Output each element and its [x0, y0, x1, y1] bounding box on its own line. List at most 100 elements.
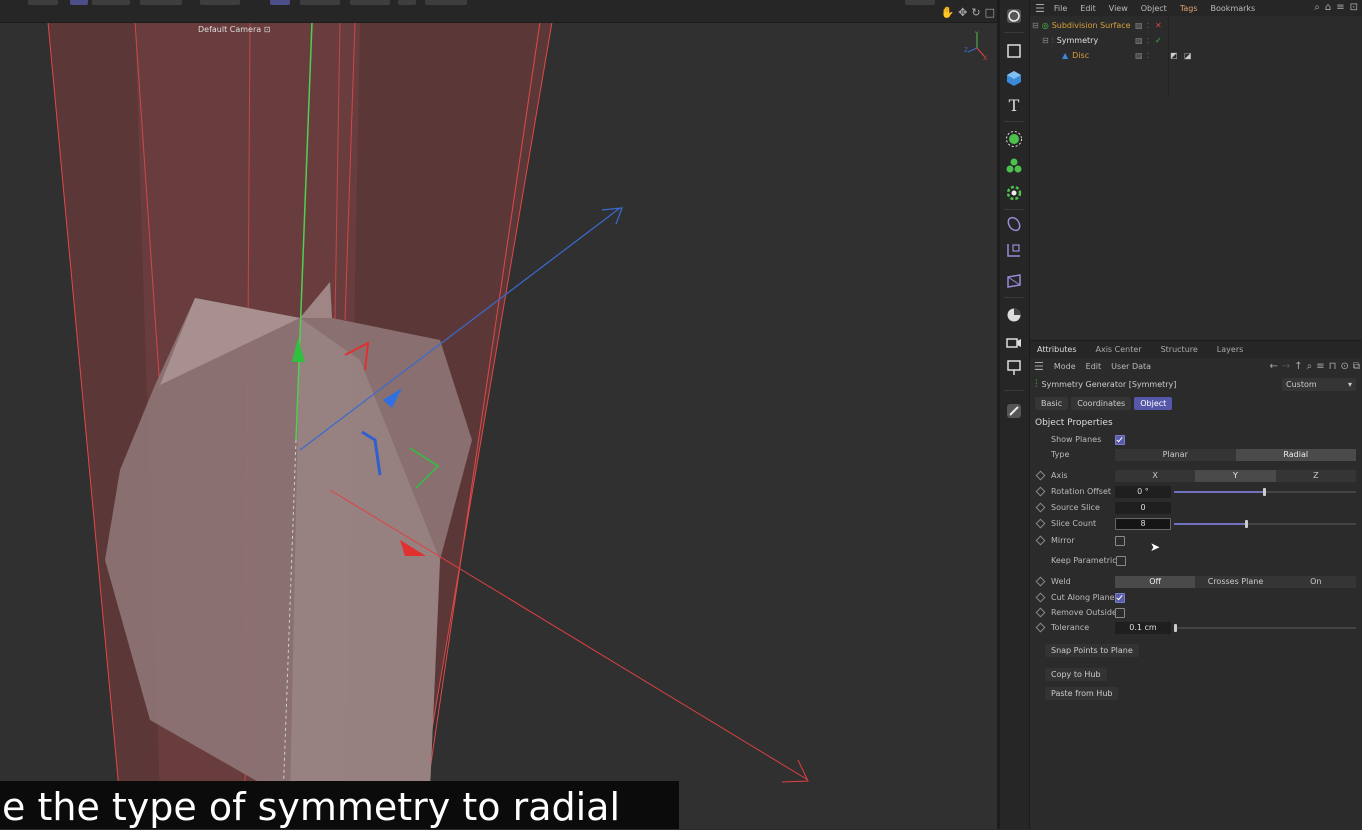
menu-edit[interactable]: Edit — [1086, 362, 1102, 371]
preset-dropdown[interactable]: Custom ▾ — [1282, 378, 1356, 391]
enabled-check-icon[interactable]: ✓ — [1155, 36, 1162, 45]
tolerance-slider[interactable] — [1174, 624, 1356, 632]
maximize-view-icon[interactable]: □ — [985, 6, 995, 19]
slice-count-field[interactable]: 8 — [1115, 518, 1171, 530]
hamburger-menu-icon[interactable]: ☰ — [1034, 360, 1044, 373]
viewport-menu-button[interactable] — [70, 0, 88, 5]
viewport-menu-button[interactable] — [300, 0, 340, 5]
menu-edit[interactable]: Edit — [1080, 4, 1096, 13]
keyframe-icon[interactable] — [1035, 470, 1046, 481]
lock-icon[interactable]: ⊓ — [1329, 361, 1337, 372]
subdivision-icon[interactable] — [1003, 128, 1025, 150]
keyframe-icon[interactable] — [1035, 592, 1046, 603]
keyframe-icon[interactable] — [1035, 576, 1046, 587]
tab-axis-center[interactable]: Axis Center — [1096, 345, 1142, 354]
tolerance-field[interactable]: 0.1 cm — [1115, 622, 1171, 634]
axis-option-x[interactable]: X — [1115, 470, 1195, 482]
pan-hand-icon[interactable]: ✋ — [940, 6, 954, 19]
weld-option-on[interactable]: On — [1276, 576, 1356, 588]
scene-canvas[interactable] — [0, 0, 997, 829]
viewport[interactable]: ✋ ✥ ↻ □ Default Camera ⊡ Y Z X e the typ… — [0, 0, 997, 829]
rotate-view-icon[interactable]: ↻ — [971, 6, 980, 19]
viewport-menu-button[interactable] — [200, 0, 240, 5]
paste-from-hub-button[interactable]: Paste from Hub — [1045, 687, 1119, 700]
viewport-menu-button[interactable] — [92, 0, 130, 5]
forward-arrow-icon[interactable]: → — [1282, 361, 1290, 372]
subtab-object[interactable]: Object — [1134, 397, 1173, 410]
viewport-menu-button[interactable] — [28, 0, 58, 5]
light-icon[interactable] — [1003, 357, 1025, 379]
viewport-menu-button[interactable] — [140, 0, 182, 5]
menu-object[interactable]: Object — [1141, 4, 1167, 13]
tab-layers[interactable]: Layers — [1217, 345, 1243, 354]
visibility-dots-icon[interactable]: ⁚ — [1147, 22, 1149, 30]
material-tag-icon[interactable]: ◪ — [1184, 51, 1192, 60]
collapse-icon[interactable]: ⊟ — [1032, 21, 1039, 30]
keyframe-icon[interactable] — [1035, 607, 1046, 618]
viewport-menu-button[interactable] — [270, 0, 290, 5]
layer-icon[interactable]: ▨ — [1135, 36, 1143, 45]
keyframe-icon[interactable] — [1035, 518, 1046, 529]
menu-mode[interactable]: Mode — [1054, 362, 1076, 371]
visibility-dots-icon[interactable]: ⁚ — [1147, 37, 1149, 45]
collapse-icon[interactable]: ⊟ — [1042, 36, 1049, 45]
subtab-coordinates[interactable]: Coordinates — [1071, 397, 1132, 410]
snap-points-to-plane-button[interactable]: Snap Points to Plane — [1045, 644, 1139, 657]
search-icon[interactable]: ⌕ — [1307, 361, 1313, 372]
keyframe-icon[interactable] — [1035, 486, 1046, 497]
hamburger-menu-icon[interactable]: ☰ — [1035, 2, 1045, 15]
object-row-symmetry[interactable]: ⊟ ⫶ Symmetry ▨ ⁚ ✓ — [1030, 33, 1362, 48]
keep-parametric-checkbox[interactable] — [1116, 556, 1126, 566]
disabled-x-icon[interactable]: ✕ — [1155, 21, 1162, 30]
expand-icon[interactable]: ⊡ — [1350, 2, 1358, 13]
cut-along-plane-checkbox[interactable] — [1115, 593, 1125, 603]
camera-label[interactable]: Default Camera ⊡ — [198, 25, 270, 34]
object-row-subdivision-surface[interactable]: ⊟ ◎ Subdivision Surface ▨ ⁚ ✕ — [1030, 18, 1362, 33]
rotation-offset-slider[interactable] — [1174, 488, 1356, 496]
menu-tags[interactable]: Tags — [1180, 4, 1198, 13]
cube-icon[interactable] — [1003, 67, 1025, 89]
keyframe-icon[interactable] — [1035, 535, 1046, 546]
source-slice-field[interactable]: 0 — [1115, 502, 1171, 514]
search-icon[interactable]: ⌕ — [1314, 2, 1320, 13]
home-icon[interactable]: ⌂ — [1325, 2, 1331, 13]
field-icon[interactable] — [1003, 239, 1025, 261]
keyframe-icon[interactable] — [1035, 502, 1046, 513]
mirror-checkbox[interactable] — [1115, 536, 1125, 546]
visibility-dots-icon[interactable]: ⁚ — [1147, 52, 1149, 60]
environment-icon[interactable] — [1003, 304, 1025, 326]
up-arrow-icon[interactable]: ↑ — [1294, 361, 1302, 372]
viewport-menu-button[interactable] — [350, 0, 390, 5]
axis-option-z[interactable]: Z — [1276, 470, 1356, 482]
subtab-basic[interactable]: Basic — [1035, 397, 1069, 410]
keyframe-icon[interactable] — [1035, 622, 1046, 633]
camera-object-icon[interactable] — [1003, 331, 1025, 353]
tag-icon[interactable]: ◩ — [1170, 51, 1178, 60]
remove-outside-checkbox[interactable] — [1115, 608, 1125, 618]
filter-icon[interactable]: ≡ — [1336, 2, 1344, 13]
slice-count-slider[interactable] — [1174, 520, 1356, 528]
paint-icon[interactable] — [1003, 400, 1025, 422]
type-option-radial[interactable]: Radial — [1235, 449, 1356, 461]
tab-attributes[interactable]: Attributes — [1037, 345, 1077, 354]
viewport-menu-button[interactable] — [425, 0, 467, 5]
move-icon[interactable]: ✥ — [958, 6, 967, 19]
object-row-disc[interactable]: ▲ Disc ▨ ⁚ ◩ ◪ — [1030, 48, 1362, 63]
weld-option-crosses-plane[interactable]: Crosses Plane — [1195, 576, 1275, 588]
back-arrow-icon[interactable]: ← — [1269, 361, 1277, 372]
deformer-icon[interactable] — [1003, 213, 1025, 235]
menu-file[interactable]: File — [1054, 4, 1067, 13]
null-object-icon[interactable] — [1003, 40, 1025, 62]
text-icon[interactable]: T — [1003, 94, 1025, 116]
effector-icon[interactable] — [1003, 182, 1025, 204]
filter-icon[interactable]: ≡ — [1316, 361, 1324, 372]
show-planes-checkbox[interactable] — [1115, 435, 1125, 445]
menu-user-data[interactable]: User Data — [1111, 362, 1151, 371]
rotation-offset-field[interactable]: 0 ° — [1115, 486, 1171, 498]
tab-structure[interactable]: Structure — [1161, 345, 1198, 354]
axis-option-y[interactable]: Y — [1195, 470, 1276, 482]
weld-option-off[interactable]: Off — [1115, 576, 1196, 588]
cloner-icon[interactable] — [1003, 155, 1025, 177]
layer-icon[interactable]: ▨ — [1135, 51, 1143, 60]
type-option-planar[interactable]: Planar — [1115, 449, 1236, 461]
